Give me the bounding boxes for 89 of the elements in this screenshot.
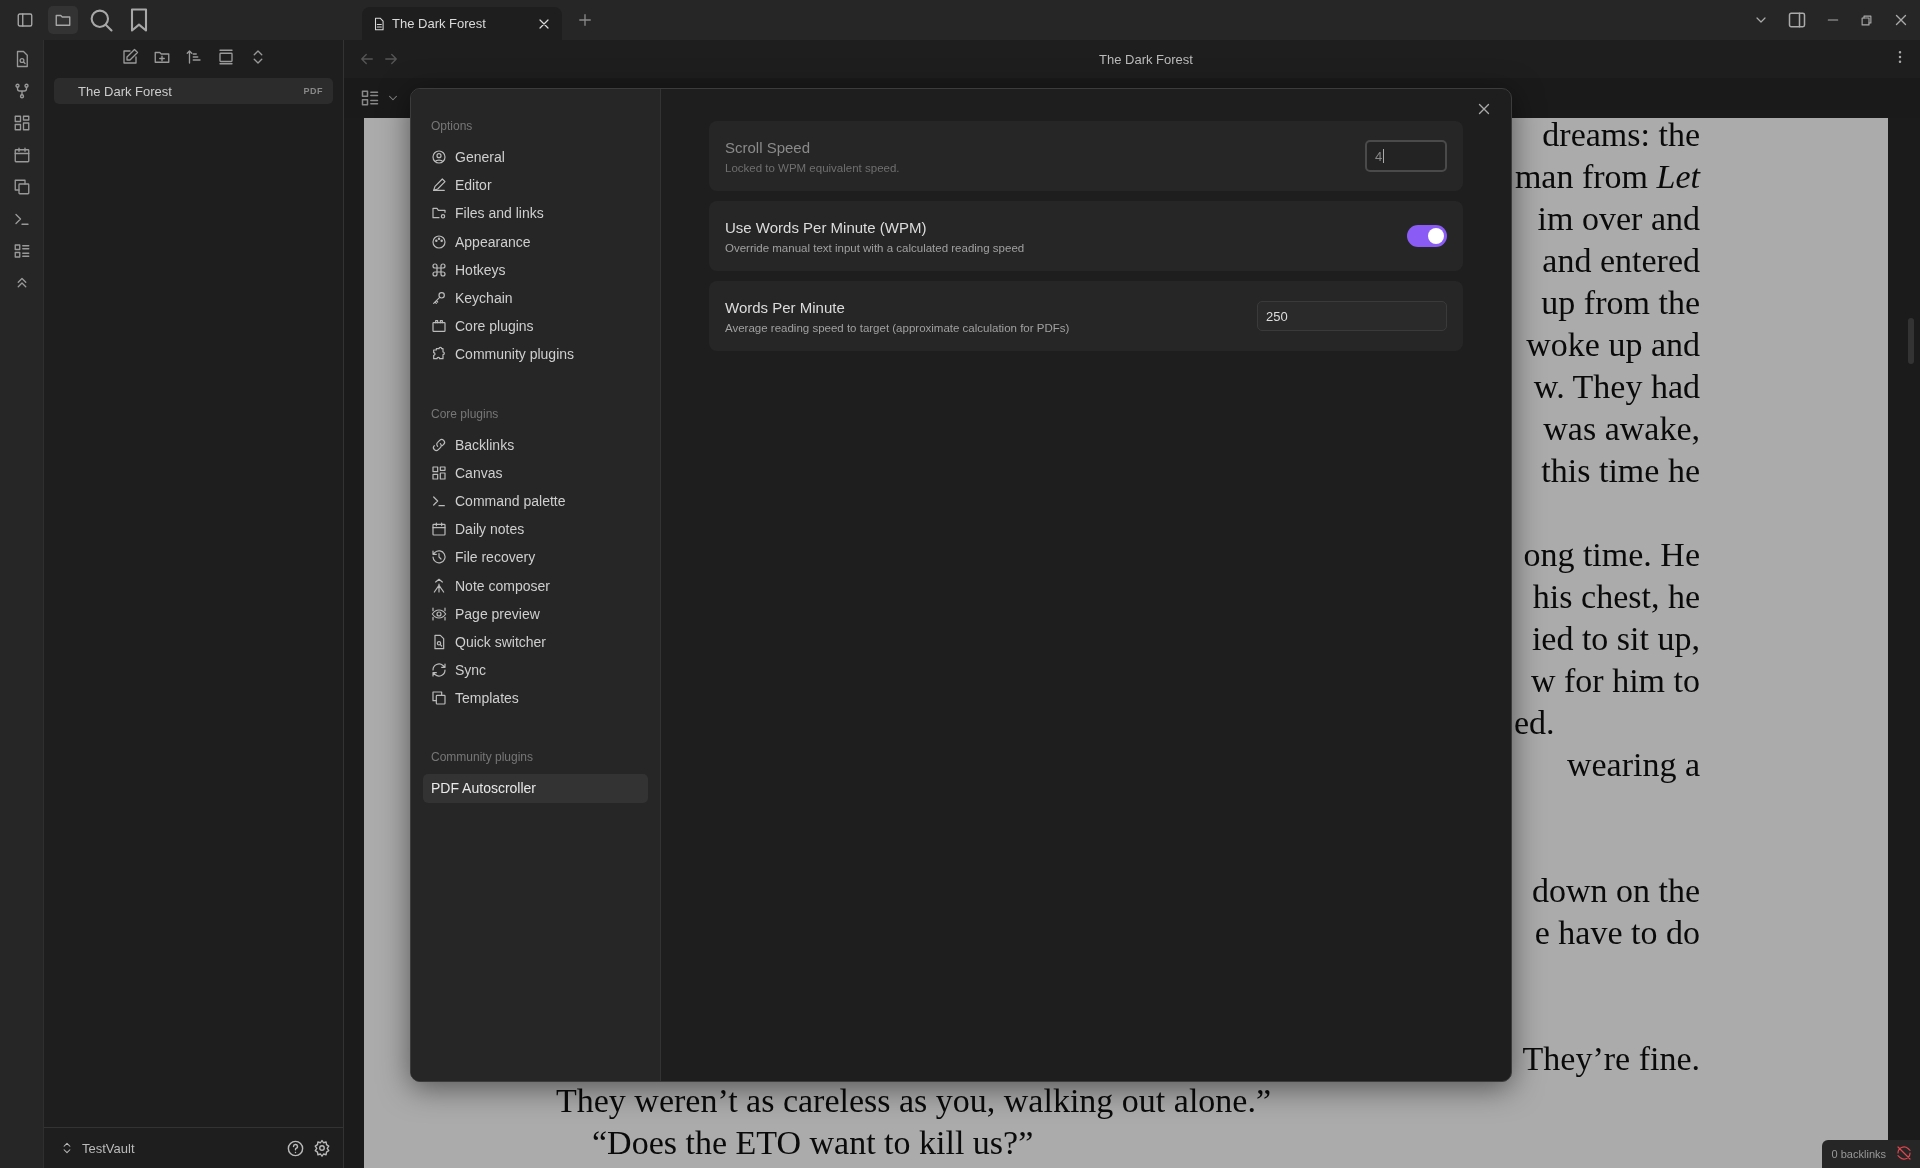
setting-name: Scroll Speed: [725, 138, 812, 156]
pdf-text-line: this time he: [1541, 451, 1700, 491]
section-heading: Community plugins: [430, 749, 535, 767]
settings-nav-item[interactable]: Command palette: [423, 486, 648, 516]
pdf-text-line: and entered: [1542, 241, 1700, 281]
setting-description: Override manual text input with a calculated reading speed: [725, 241, 1026, 254]
pencil-icon: [431, 177, 447, 194]
pdf-text-line: dreams: the: [1542, 118, 1700, 155]
collapse-icon[interactable]: [216, 48, 235, 66]
pdf-text-line: man from Let: [1514, 157, 1700, 197]
setting-name: Words Per Minute: [725, 298, 846, 316]
file-tab[interactable]: The Dark Forest: [362, 7, 562, 40]
pdf-text-line: wearing a: [1566, 745, 1700, 785]
copy-icon[interactable]: [12, 178, 31, 196]
pdf-text-line: up from the: [1541, 283, 1700, 323]
list-icon[interactable]: [12, 242, 31, 260]
settings-nav-item[interactable]: Hotkeys: [423, 255, 648, 284]
sidebar-toggle-glyph-icon[interactable]: [16, 11, 34, 29]
settings-nav-item[interactable]: Editor: [423, 171, 648, 200]
settings-nav-item[interactable]: General: [423, 143, 648, 172]
file-search-icon: [431, 633, 447, 650]
command-key-icon: [431, 261, 447, 278]
grid-icon[interactable]: [12, 114, 31, 132]
pdf-text-line: They weren’t as careless as you, walking out alone.”: [556, 1081, 1271, 1121]
new-tab-icon[interactable]: [576, 11, 594, 29]
settings-nav-item[interactable]: File recovery: [423, 543, 648, 572]
sync-icon: [431, 662, 447, 679]
settings-nav-item[interactable]: Keychain: [423, 283, 648, 313]
folder-icon[interactable]: [48, 6, 78, 34]
backlinks-count: 0 backlinks: [1831, 1148, 1886, 1160]
thumbnails-icon[interactable]: [360, 88, 380, 108]
view-title: The Dark Forest: [1098, 51, 1194, 67]
pdf-text-line: ied to sit up,: [1531, 619, 1700, 659]
toggle-switch[interactable]: [1407, 225, 1447, 247]
setting-description: Average reading speed to target (approximate calculation for PDFs): [725, 321, 1071, 334]
settings-nav-item[interactable]: Appearance: [423, 227, 648, 256]
pdf-text-line: his chest, he: [1532, 577, 1700, 617]
eye-icon: [431, 605, 447, 622]
settings-nav-item[interactable]: Note composer: [423, 571, 648, 600]
history-icon: [431, 549, 447, 566]
pdf-text-line: im over and: [1537, 199, 1700, 239]
copy-icon: [431, 690, 447, 707]
pdf-text-line: ong time. He: [1523, 535, 1700, 575]
settings-nav-item[interactable]: Sync: [423, 656, 648, 685]
pdf-text-line: e have to do: [1534, 913, 1700, 953]
pdf-text-line: w. They had: [1533, 367, 1700, 407]
new-note-icon[interactable]: [120, 48, 139, 66]
calendar-icon[interactable]: [12, 146, 31, 164]
pdf-text-line: They’re fine.: [1522, 1039, 1700, 1079]
settings-nav-item[interactable]: Quick switcher: [423, 627, 648, 656]
settings-nav-item[interactable]: Community plugins: [423, 340, 648, 369]
vault-name[interactable]: TestVault: [82, 1140, 278, 1156]
graph-icon[interactable]: [12, 82, 31, 100]
merge-icon: [431, 577, 447, 594]
settings-nav-item[interactable]: Templates: [423, 684, 648, 713]
calendar-icon: [431, 521, 447, 538]
settings-nav-item[interactable]: Page preview: [423, 599, 648, 628]
link-icon: [431, 436, 447, 453]
sync-off-icon[interactable]: [1896, 1145, 1912, 1161]
key-icon: [431, 290, 447, 307]
help-icon[interactable]: [286, 1138, 305, 1158]
settings-nav-item[interactable]: Canvas: [423, 458, 648, 487]
section-heading: Core plugins: [430, 405, 500, 423]
document-icon: [372, 16, 386, 31]
pdf-text-line: “Does the ETO want to kill us?”: [591, 1123, 1034, 1163]
palette-icon: [431, 233, 447, 250]
plugin-box-icon: [431, 318, 447, 335]
settings-nav-item[interactable]: Backlinks: [423, 430, 648, 459]
setting-description: Locked to WPM equivalent speed.: [725, 161, 901, 174]
pdf-text-line: woke up and: [1526, 325, 1700, 365]
settings-nav-item[interactable]: Daily notes: [423, 515, 648, 544]
scrollbar-thumb[interactable]: [1908, 318, 1914, 364]
user-icon: [431, 149, 447, 166]
settings-nav-item[interactable]: Core plugins: [423, 312, 648, 341]
pdf-text-line: ed.: [1514, 703, 1555, 743]
settings-icon[interactable]: [313, 1139, 331, 1157]
file-item[interactable]: The Dark Forest PDF: [54, 78, 333, 104]
right-sidebar-icon[interactable]: [1787, 10, 1807, 30]
settings-nav-item[interactable]: PDF Autoscroller: [423, 774, 648, 803]
number-field[interactable]: 250: [1257, 301, 1447, 331]
sort-icon[interactable]: [184, 48, 203, 66]
pdf-text-line: w for him to: [1530, 661, 1700, 701]
setting-name: Use Words Per Minute (WPM): [725, 218, 928, 236]
pdf-text-line: was awake,: [1543, 409, 1700, 449]
settings-nav-item[interactable]: Files and links: [423, 199, 648, 228]
pdf-text-line: down on the: [1531, 871, 1700, 911]
section-heading: Options: [430, 118, 474, 135]
grid-icon: [431, 464, 447, 481]
restore-icon[interactable]: [1859, 12, 1874, 28]
